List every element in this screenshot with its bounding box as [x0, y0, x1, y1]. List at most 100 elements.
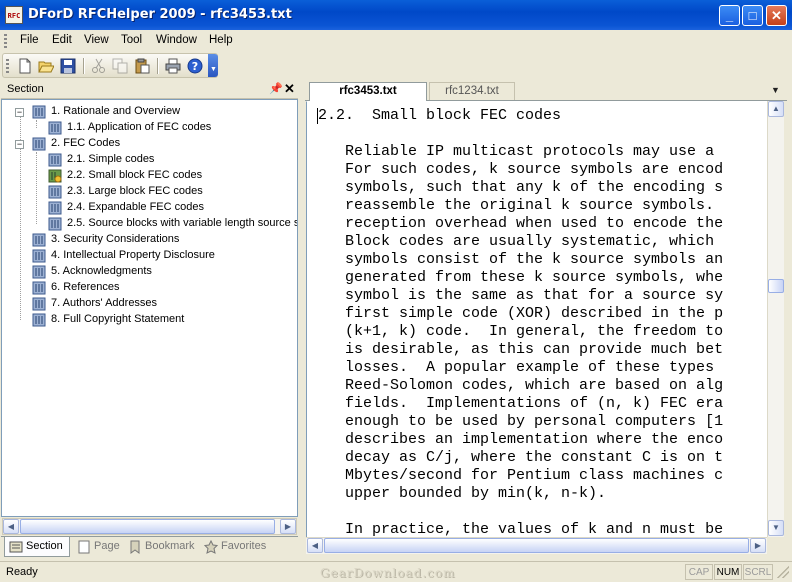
maximize-icon: □ [748, 8, 757, 23]
app-window: RFC DForD RFCHelper 2009 - rfc3453.txt _… [0, 0, 792, 582]
pin-icon[interactable]: 📌 [269, 82, 283, 95]
toolbar-options-button[interactable]: ▼ [208, 54, 218, 77]
chevron-down-icon: ▼ [210, 66, 217, 73]
panel-tabs: Section Page Bookmark Favorites [1, 536, 298, 559]
tree-item-label: 6. References [51, 281, 120, 293]
close-button[interactable]: ✕ [766, 5, 787, 26]
tab-label: Section [26, 540, 63, 552]
selected-section-icon [48, 169, 62, 183]
new-icon[interactable] [17, 58, 33, 74]
favorites-icon [204, 540, 218, 554]
save-icon[interactable] [60, 58, 76, 74]
page-icon [78, 540, 90, 554]
document-hscrollbar[interactable]: ◀ ▶ [306, 537, 767, 554]
section-panel-header: Section 📌 ✕ [1, 80, 298, 99]
text-line: Reliable IP multicast protocols may use … [318, 143, 715, 160]
scroll-thumb[interactable] [20, 519, 275, 534]
scroll-lock-indicator: SCRL [743, 564, 773, 580]
text-line: describes an implementation where the en… [318, 431, 724, 448]
scroll-thumb[interactable] [768, 279, 784, 293]
scroll-corner [767, 537, 784, 554]
tree-item-label: 2.5. Source blocks with variable length … [67, 217, 297, 229]
open-folder-icon[interactable] [38, 58, 54, 74]
bookmark-icon [130, 540, 140, 554]
resize-grip[interactable] [777, 566, 789, 578]
scroll-thumb[interactable] [324, 538, 749, 553]
tree-item-label: 2. FEC Codes [51, 137, 121, 149]
menu-help[interactable]: Help [209, 34, 233, 46]
watermark: GearDownload.com [320, 566, 456, 580]
section-doc-icon [32, 233, 46, 247]
menu-bar: File Edit View Tool Window Help [0, 30, 792, 52]
paste-icon[interactable] [134, 58, 150, 74]
menu-view[interactable]: View [84, 34, 109, 46]
section-doc-icon [32, 265, 46, 279]
app-icon[interactable]: RFC [5, 6, 23, 24]
text-line: upper bounded by min(k, n-k). [318, 485, 607, 502]
tree-node: 1. Rationale and Overview [32, 104, 292, 120]
menu-grip[interactable] [4, 34, 7, 48]
text-line: enough to be used by personal computers … [318, 413, 724, 430]
menu-window[interactable]: Window [156, 34, 197, 46]
minimize-icon: _ [725, 8, 734, 23]
tab-rfc1234[interactable]: rfc1234.txt [429, 82, 515, 100]
section-doc-icon [32, 249, 46, 263]
scroll-right-button[interactable]: ▶ [750, 538, 766, 553]
tab-rfc3453[interactable]: rfc3453.txt [309, 82, 427, 101]
status-text: Ready [6, 566, 38, 578]
tree-connector [20, 144, 21, 320]
num-lock-indicator: NUM [714, 564, 742, 580]
scroll-up-button[interactable]: ▲ [768, 101, 784, 117]
document-vscrollbar[interactable]: ▲ ▼ [767, 101, 784, 537]
tab-section[interactable]: Section [4, 537, 70, 557]
tab-label: rfc1234.txt [445, 85, 499, 97]
close-panel-icon[interactable]: ✕ [284, 81, 295, 97]
tab-label: rfc3453.txt [339, 85, 397, 97]
menu-file[interactable]: File [20, 34, 39, 46]
scroll-right-button[interactable]: ▶ [280, 519, 296, 534]
text-line: first simple code (XOR) described in the… [318, 305, 724, 322]
tree-item-label: 3. Security Considerations [51, 233, 180, 245]
title-bar[interactable]: RFC DForD RFCHelper 2009 - rfc3453.txt _… [0, 0, 792, 30]
print-icon[interactable] [165, 58, 181, 74]
maximize-button[interactable]: □ [742, 5, 763, 26]
help-icon[interactable]: ? [187, 58, 203, 74]
tab-favorites[interactable]: Favorites [200, 537, 275, 557]
tab-bookmark[interactable]: Bookmark [124, 537, 196, 557]
menu-edit[interactable]: Edit [52, 34, 72, 46]
text-line: losses. A popular example of these types [318, 359, 715, 376]
toolbar-grip[interactable] [6, 59, 9, 73]
tree-item-label: 2.2. Small block FEC codes [67, 169, 203, 181]
tab-list-dropdown-icon[interactable]: ▼ [771, 85, 780, 95]
text-line: Mbytes/second for Pentium class machines… [318, 467, 724, 484]
section-doc-icon [48, 185, 62, 199]
minimize-button[interactable]: _ [719, 5, 740, 26]
scroll-down-button[interactable]: ▼ [768, 520, 784, 536]
tree-item-label: 4. Intellectual Property Disclosure [51, 249, 215, 261]
copy-icon[interactable] [112, 58, 128, 74]
cut-icon[interactable] [91, 58, 107, 74]
scroll-left-button[interactable]: ◀ [3, 519, 19, 534]
collapse-icon[interactable]: − [15, 140, 24, 149]
svg-text:?: ? [192, 60, 198, 73]
document-text-area[interactable]: 2.2. Small block FEC codes Reliable IP m… [306, 101, 769, 538]
tab-page[interactable]: Page [73, 537, 121, 557]
section-doc-icon [32, 137, 46, 151]
section-tree-hscrollbar[interactable]: ◀ ▶ [2, 518, 297, 535]
tree-item-label: 2.1. Simple codes [67, 153, 155, 165]
text-line: (k+1, k) code. In general, the freedom t… [318, 323, 724, 340]
section-doc-icon [48, 217, 62, 231]
menu-tool[interactable]: Tool [121, 34, 142, 46]
text-line: is desirable, as this can provide much b… [318, 341, 724, 358]
text-line: Reed-Solomon codes, which are based on a… [318, 377, 724, 394]
tree-item-label: 5. Acknowledgments [51, 265, 152, 277]
tree-node: 2. FEC Codes [32, 136, 292, 152]
section-doc-icon [32, 281, 46, 295]
collapse-icon[interactable]: − [15, 108, 24, 117]
scroll-left-button[interactable]: ◀ [307, 538, 323, 553]
standard-toolbar: ? ▼ [2, 53, 218, 78]
text-line: symbols consist of the k source symbols … [318, 251, 724, 268]
tab-label: Bookmark [145, 540, 195, 552]
status-bar: Ready GearDownload.com CAP NUM SCRL [0, 561, 792, 582]
tab-label: Page [94, 540, 120, 552]
